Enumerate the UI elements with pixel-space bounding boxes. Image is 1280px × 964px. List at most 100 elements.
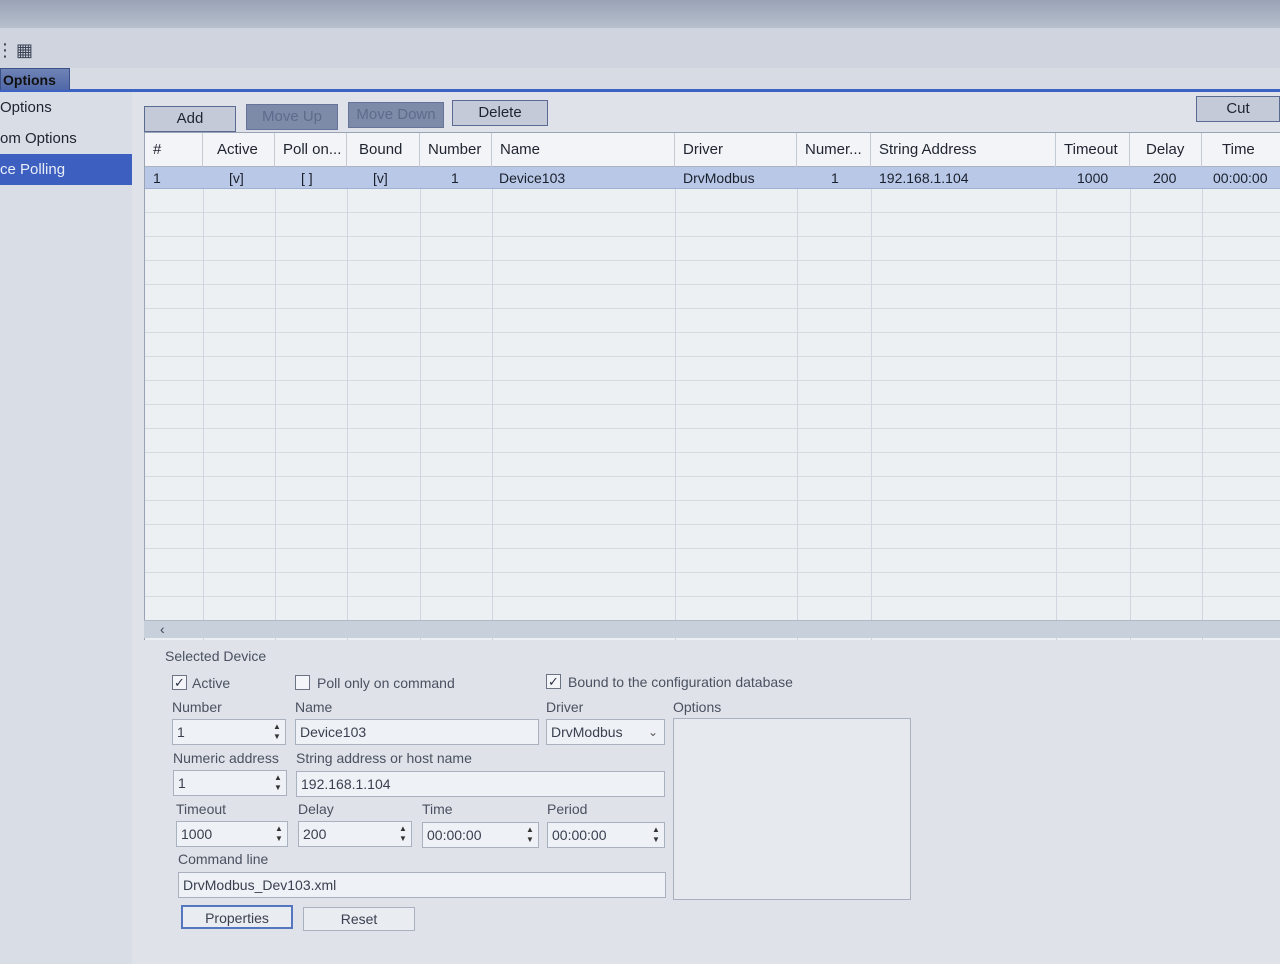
- poll-only-label: Poll only on command: [317, 675, 455, 691]
- column-header-delay[interactable]: Delay: [1130, 133, 1202, 167]
- cell-timeout: 1000: [1077, 170, 1109, 186]
- selected-device-title: Selected Device: [165, 648, 267, 664]
- column-header-number[interactable]: Number: [420, 133, 492, 167]
- grid-divider: [1202, 167, 1203, 640]
- timeout-value: 1000: [181, 826, 213, 842]
- grid-icon[interactable]: ▦: [16, 40, 33, 61]
- poll-only-checkbox[interactable]: [295, 675, 310, 690]
- period-stepper[interactable]: 00:00:00 ▲ ▼: [547, 822, 665, 848]
- name-field[interactable]: Device103: [295, 719, 539, 745]
- spinner-icon[interactable]: ▲ ▼: [273, 824, 285, 844]
- sidebar-item-label: om Options: [0, 130, 77, 147]
- delay-label: Delay: [298, 801, 334, 817]
- delete-button[interactable]: Delete: [452, 100, 548, 126]
- cell-numeric-address: 1: [831, 170, 839, 186]
- cell-active[interactable]: [v]: [229, 167, 244, 189]
- timeout-stepper[interactable]: 1000 ▲ ▼: [176, 821, 288, 847]
- tab-strip: Options: [0, 68, 1280, 92]
- column-header-driver[interactable]: Driver: [675, 133, 797, 167]
- column-header-time[interactable]: Time: [1202, 133, 1280, 167]
- cell-string-address: 192.168.1.104: [879, 170, 969, 186]
- window-title-bar: [0, 0, 1280, 28]
- bound-checkbox[interactable]: ✓: [546, 674, 561, 689]
- number-stepper[interactable]: 1 ▲ ▼: [172, 719, 286, 745]
- grid-divider: [871, 167, 872, 640]
- spinner-icon[interactable]: ▲ ▼: [524, 825, 536, 845]
- cut-button[interactable]: Cut: [1196, 96, 1280, 122]
- cell-number: 1: [451, 170, 459, 186]
- sidebar-item-label: ce Polling: [0, 161, 66, 178]
- grid-divider: [492, 167, 493, 640]
- properties-button[interactable]: Properties: [181, 905, 293, 929]
- cell-time: 00:00:00: [1213, 170, 1268, 186]
- column-header-name[interactable]: Name: [492, 133, 675, 167]
- column-header-timeout[interactable]: Timeout: [1056, 133, 1130, 167]
- partial-toolbar-icon[interactable]: ⋮: [0, 40, 14, 61]
- column-header-bound[interactable]: Bound: [347, 133, 420, 167]
- move-up-button[interactable]: Move Up: [246, 104, 338, 130]
- period-label: Period: [547, 801, 588, 817]
- command-line-label: Command line: [178, 851, 269, 867]
- grid-divider: [420, 167, 421, 640]
- reset-button[interactable]: Reset: [303, 907, 415, 931]
- time-label: Time: [422, 801, 453, 817]
- number-value: 1: [177, 724, 185, 740]
- time-stepper[interactable]: 00:00:00 ▲ ▼: [422, 822, 539, 848]
- grid-empty-rows: [145, 189, 1280, 640]
- column-header-numeric-address[interactable]: Numer...: [797, 133, 871, 167]
- table-row[interactable]: 1 [v] [ ] [v] 1 Device103 DrvModbus 1 19…: [145, 167, 1280, 189]
- name-label: Name: [295, 699, 333, 715]
- toolbar: [0, 28, 1280, 68]
- grid-divider: [347, 167, 348, 640]
- options-textarea[interactable]: [673, 718, 911, 900]
- cell-bound[interactable]: [v]: [373, 167, 388, 189]
- sidebar-item-device-polling[interactable]: ce Polling: [0, 154, 132, 185]
- cell-delay: 200: [1153, 170, 1177, 186]
- active-checkbox[interactable]: ✓: [172, 675, 187, 690]
- horizontal-scrollbar[interactable]: ‹: [144, 620, 1280, 638]
- spinner-icon[interactable]: ▲ ▼: [650, 825, 662, 845]
- cell-driver: DrvModbus: [683, 170, 755, 186]
- sidebar: Options om Options ce Polling: [0, 92, 132, 964]
- bound-label: Bound to the configuration database: [568, 674, 793, 690]
- command-line-field[interactable]: DrvModbus_Dev103.xml: [178, 872, 666, 898]
- numeric-address-stepper[interactable]: 1 ▲ ▼: [173, 770, 287, 796]
- column-header-string-address[interactable]: String Address: [871, 133, 1056, 167]
- device-grid[interactable]: # Active Poll on... Bound Number Name Dr…: [144, 132, 1280, 640]
- delay-value: 200: [303, 826, 327, 842]
- spinner-icon[interactable]: ▲ ▼: [271, 722, 283, 742]
- time-value: 00:00:00: [427, 827, 482, 843]
- column-header-index[interactable]: #: [145, 133, 203, 167]
- options-label: Options: [673, 699, 722, 715]
- string-address-label: String address or host name: [296, 750, 472, 766]
- sidebar-item-label: Options: [0, 99, 52, 116]
- move-down-button[interactable]: Move Down: [348, 102, 444, 128]
- number-label: Number: [172, 699, 222, 715]
- grid-divider: [797, 167, 798, 640]
- driver-select[interactable]: DrvModbus ⌄: [546, 719, 665, 745]
- device-polling-panel: Add Move Up Move Down Delete Cut # Activ…: [132, 92, 1280, 964]
- spinner-icon[interactable]: ▲ ▼: [272, 773, 284, 793]
- spinner-icon[interactable]: ▲ ▼: [397, 824, 409, 844]
- driver-label: Driver: [546, 699, 584, 715]
- chevron-down-icon[interactable]: ⌄: [648, 720, 658, 744]
- grid-divider: [675, 167, 676, 640]
- grid-header: # Active Poll on... Bound Number Name Dr…: [145, 133, 1280, 167]
- grid-divider: [1130, 167, 1131, 640]
- numeric-address-value: 1: [178, 775, 186, 791]
- grid-divider: [1056, 167, 1057, 640]
- sidebar-item-custom-options[interactable]: om Options: [0, 123, 132, 154]
- active-label: Active: [192, 675, 231, 691]
- chevron-left-icon[interactable]: ‹: [160, 621, 165, 637]
- cell-name: Device103: [499, 170, 566, 186]
- cell-poll-on[interactable]: [ ]: [301, 167, 313, 189]
- string-address-field[interactable]: 192.168.1.104: [296, 771, 665, 797]
- period-value: 00:00:00: [552, 827, 607, 843]
- tab-options[interactable]: Options: [0, 68, 70, 90]
- delay-stepper[interactable]: 200 ▲ ▼: [298, 821, 412, 847]
- column-header-active[interactable]: Active: [203, 133, 275, 167]
- sidebar-item-options[interactable]: Options: [0, 92, 132, 123]
- add-button[interactable]: Add: [144, 106, 236, 132]
- column-header-poll-on[interactable]: Poll on...: [275, 133, 347, 167]
- numeric-address-label: Numeric address: [173, 750, 279, 766]
